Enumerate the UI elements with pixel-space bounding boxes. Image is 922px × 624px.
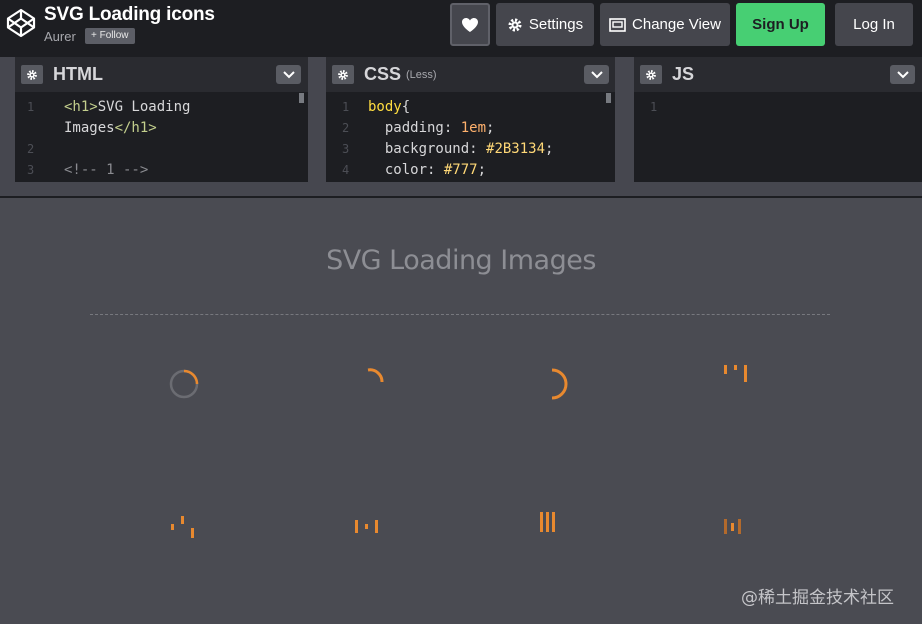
js-editor[interactable]: JS 1 (634, 57, 922, 182)
chevron-down-icon (282, 70, 295, 78)
ring-spinner-icon (169, 369, 199, 399)
html-editor-header: HTML (15, 57, 308, 92)
preview-heading: SVG Loading Images (326, 245, 596, 276)
chevron-down-icon (896, 70, 909, 78)
sign-up-button[interactable]: Sign Up (736, 3, 825, 46)
heart-icon (462, 17, 478, 32)
html-collapse-button[interactable] (276, 65, 301, 84)
change-view-button[interactable]: Change View (600, 3, 730, 46)
follow-button[interactable]: + Follow (85, 28, 135, 44)
js-code-area[interactable]: 1 (634, 93, 922, 182)
love-button[interactable] (450, 3, 490, 46)
gear-icon (27, 69, 37, 80)
css-editor-title: CSS (364, 64, 402, 84)
gear-icon (507, 17, 523, 33)
settings-button[interactable]: Settings (496, 3, 594, 46)
js-collapse-button[interactable] (890, 65, 915, 84)
html-scrollbar[interactable] (299, 93, 304, 103)
css-scrollbar[interactable] (606, 93, 611, 103)
css-editor-header: CSS (Less) (326, 57, 615, 92)
js-settings-button[interactable] (640, 65, 662, 84)
gear-icon (338, 69, 348, 80)
bars-dots-icon (355, 520, 378, 533)
html-settings-button[interactable] (21, 65, 43, 84)
change-view-label: Change View (632, 16, 721, 33)
preview-divider (90, 314, 830, 315)
layout-icon (609, 17, 626, 32)
css-code-area[interactable]: 1 body{ 2 padding: 1em; 3 background: #2B… (326, 93, 615, 182)
css-editor[interactable]: CSS (Less) 1 body{ 2 padding: 1em; 3 back… (326, 57, 615, 182)
watermark-text: @稀土掘金技术社区 (741, 588, 894, 608)
css-preprocessor-label: (Less) (406, 69, 437, 81)
js-editor-title: JS (672, 64, 695, 84)
html-code-area[interactable]: 1 <h1>SVG Loading Images</h1> 2 3 <!-- 1 -… (15, 93, 308, 182)
author-name[interactable]: Aurer (44, 29, 76, 44)
js-editor-header: JS (634, 57, 922, 92)
bars-stagger-icon (724, 365, 747, 382)
html-editor-title: HTML (53, 64, 103, 84)
css-settings-button[interactable] (332, 65, 354, 84)
css-collapse-button[interactable] (584, 65, 609, 84)
gear-icon (646, 69, 656, 80)
arc-large-icon (551, 368, 568, 400)
top-bar: SVG Loading icons Aurer + Follow Setting… (0, 0, 922, 57)
bars-faded-icon (724, 519, 741, 534)
bars-wave-icon (171, 516, 194, 538)
log-in-button[interactable]: Log In (835, 3, 913, 46)
editor-resize-handle[interactable] (0, 182, 922, 198)
bars-solid-icon (540, 512, 555, 532)
html-editor[interactable]: HTML 1 <h1>SVG Loading Images</h1> 2 3 <!-… (15, 57, 308, 182)
chevron-down-icon (590, 70, 603, 78)
settings-label: Settings (528, 16, 584, 33)
arc-small-icon (367, 368, 384, 383)
codepen-logo-icon[interactable] (6, 8, 36, 38)
pen-title: SVG Loading icons (44, 4, 215, 25)
